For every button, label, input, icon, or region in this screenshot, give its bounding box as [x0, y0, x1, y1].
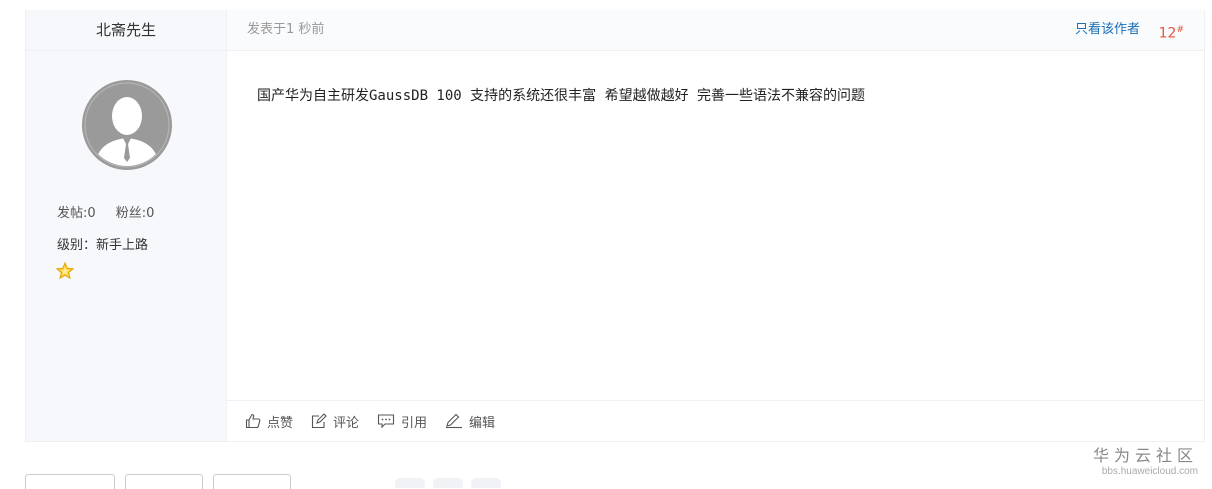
edit-label: 编辑: [469, 415, 496, 431]
indicator: [395, 478, 425, 488]
thumbs-up-icon: [245, 413, 261, 429]
author-only-link[interactable]: 只看该作者: [1075, 10, 1140, 50]
post-main: 发表于1 秒前 只看该作者 12# 国产华为自主研发GaussDB 100 支持…: [227, 10, 1204, 441]
floor-number-value: 12: [1158, 25, 1177, 42]
watermark: 华为云社区 bbs.huaweicloud.com: [1093, 442, 1198, 477]
post-meta: 发表于1 秒前 只看该作者 12#: [227, 10, 1204, 51]
forum-post: 北斋先生 发帖:0 粉丝:0 级别：新手上路 发表于1 秒前 只看该作者 12#…: [25, 10, 1205, 442]
username[interactable]: 北斋先生: [26, 10, 226, 51]
user-stats: 发帖:0 粉丝:0: [57, 202, 170, 221]
post-actions: 点赞 评论 引用 编辑: [227, 400, 1204, 441]
indicator: [471, 478, 501, 488]
indicator: [433, 478, 463, 488]
quote-button[interactable]: 引用: [377, 412, 427, 431]
comment-button[interactable]: 评论: [311, 412, 359, 431]
control-tab[interactable]: [125, 474, 203, 489]
like-label: 点赞: [267, 415, 294, 431]
user-level: 级别：新手上路: [57, 238, 149, 253]
avatar[interactable]: [82, 80, 172, 170]
edit-button[interactable]: 编辑: [445, 412, 495, 431]
watermark-name: 华为云社区: [1092, 446, 1198, 465]
bottom-indicators: [395, 478, 509, 488]
like-button[interactable]: 点赞: [245, 412, 293, 431]
comment-icon: [311, 413, 327, 429]
bottom-controls: [25, 474, 301, 489]
post-time: 发表于1 秒前: [247, 22, 325, 37]
control-tab[interactable]: [25, 474, 115, 489]
comment-label: 评论: [333, 415, 360, 431]
quote-label: 引用: [401, 415, 428, 431]
watermark-url: bbs.huaweicloud.com: [1101, 466, 1198, 477]
edit-icon: [446, 413, 463, 429]
fan-count: 粉丝:0: [115, 206, 155, 221]
quote-icon: [377, 414, 395, 429]
floor-number: 12#: [1159, 10, 1184, 54]
user-sidebar: 北斋先生 发帖:0 粉丝:0 级别：新手上路: [26, 10, 227, 441]
floor-mark: #: [1176, 25, 1184, 35]
post-content: 国产华为自主研发GaussDB 100 支持的系统还很丰富 希望越做越好 完善一…: [257, 88, 865, 104]
post-count: 发帖:0: [57, 206, 96, 221]
control-tab[interactable]: [213, 474, 291, 489]
star-icon: [55, 261, 75, 280]
